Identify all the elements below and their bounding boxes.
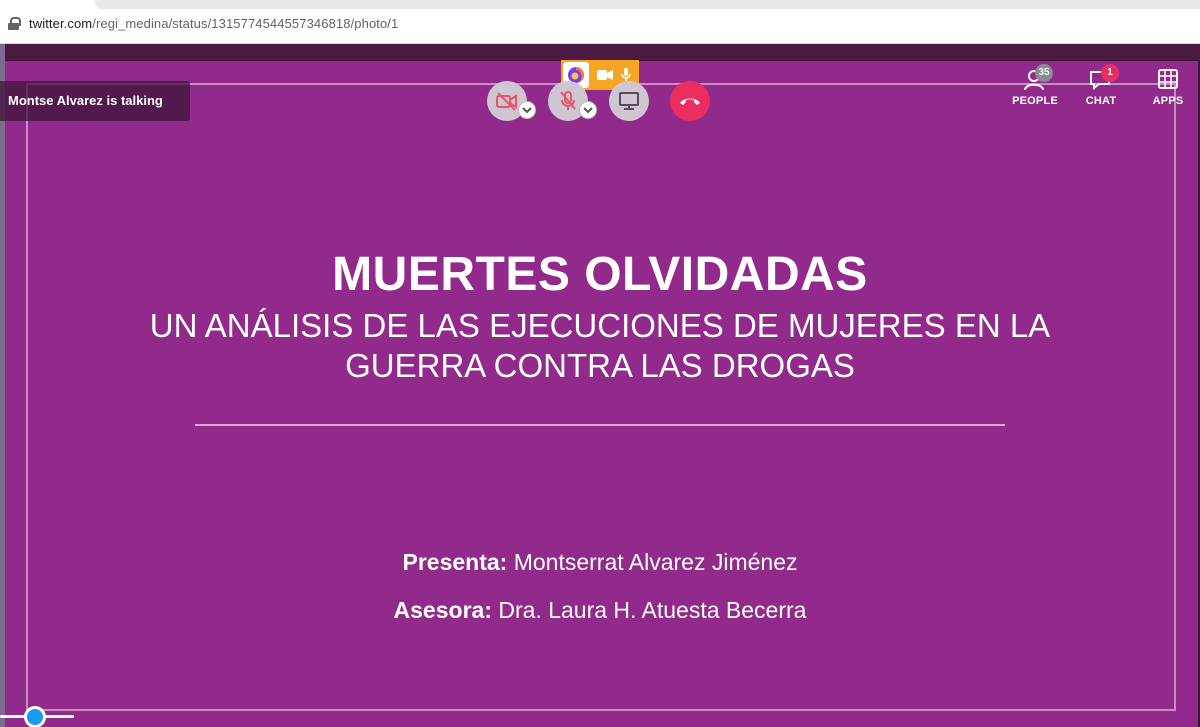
slide-title: MUERTES OLVIDADAS: [332, 248, 868, 301]
hangup-button[interactable]: [670, 81, 710, 121]
url-row[interactable]: twitter.com/regi_medina/status/131577454…: [8, 16, 398, 31]
chat-count-badge: 1: [1101, 64, 1119, 82]
url-text[interactable]: twitter.com/regi_medina/status/131577454…: [29, 16, 398, 31]
slide-subtitle-line2: GUERRA CONTRA LAS DROGAS: [345, 347, 855, 384]
chevron-down-icon: [522, 106, 532, 114]
meeting-top-strip: [0, 44, 1200, 60]
advisor-name: Dra. Laura H. Atuesta Becerra: [498, 597, 807, 623]
left-edge-bar: [0, 44, 5, 727]
camera-off-icon: [495, 91, 519, 111]
grid-icon: [1155, 66, 1181, 92]
browser-address-bar: twitter.com/regi_medina/status/131577454…: [0, 0, 1200, 44]
url-host: twitter.com: [29, 16, 93, 31]
presentation-slide: MUERTES OLVIDADAS UN ANÁLISIS DE LAS EJE…: [2, 61, 1198, 727]
slide-divider: [195, 424, 1005, 426]
people-label: PEOPLE: [1012, 95, 1058, 107]
url-path: /regi_medina/status/1315774544557346818/…: [92, 16, 399, 31]
slide-subtitle-line1: UN ANÁLISIS DE LAS EJECUCIONES DE MUJERE…: [149, 307, 1051, 344]
browser-tab-strip: [95, 0, 1200, 9]
people-button[interactable]: 35 PEOPLE: [1007, 64, 1063, 107]
chat-label: CHAT: [1085, 95, 1117, 107]
meeting-view: MUERTES OLVIDADAS UN ANÁLISIS DE LAS EJE…: [0, 44, 1200, 727]
mic-off-icon: [558, 90, 578, 112]
volume-slider[interactable]: [0, 706, 80, 727]
lock-icon: [8, 17, 21, 30]
mic-active-icon: [621, 68, 631, 82]
hangup-icon: [678, 95, 702, 107]
mic-options-button[interactable]: [579, 101, 597, 119]
apps-button[interactable]: APPS: [1140, 66, 1196, 107]
presenter-name: Montserrat Alvarez Jiménez: [513, 549, 798, 575]
people-count-badge: 35: [1035, 64, 1053, 82]
chevron-down-icon: [583, 106, 593, 114]
talking-indicator: Montse Alvarez is talking: [0, 81, 190, 121]
video-options-button[interactable]: [518, 101, 536, 119]
presenter-credit: Presenta: Montserrat Alvarez Jiménez: [2, 549, 1198, 576]
apps-label: APPS: [1152, 95, 1184, 107]
presenter-label: Presenta:: [402, 549, 508, 575]
advisor-credit: Asesora: Dra. Laura H. Atuesta Becerra: [2, 597, 1198, 624]
chat-button[interactable]: 1 CHAT: [1073, 64, 1129, 107]
camera-active-icon: [597, 69, 613, 81]
screen-share-button[interactable]: [609, 81, 649, 121]
screen-share-icon: [618, 91, 640, 111]
slider-knob[interactable]: [24, 706, 46, 727]
advisor-label: Asesora:: [393, 597, 492, 623]
